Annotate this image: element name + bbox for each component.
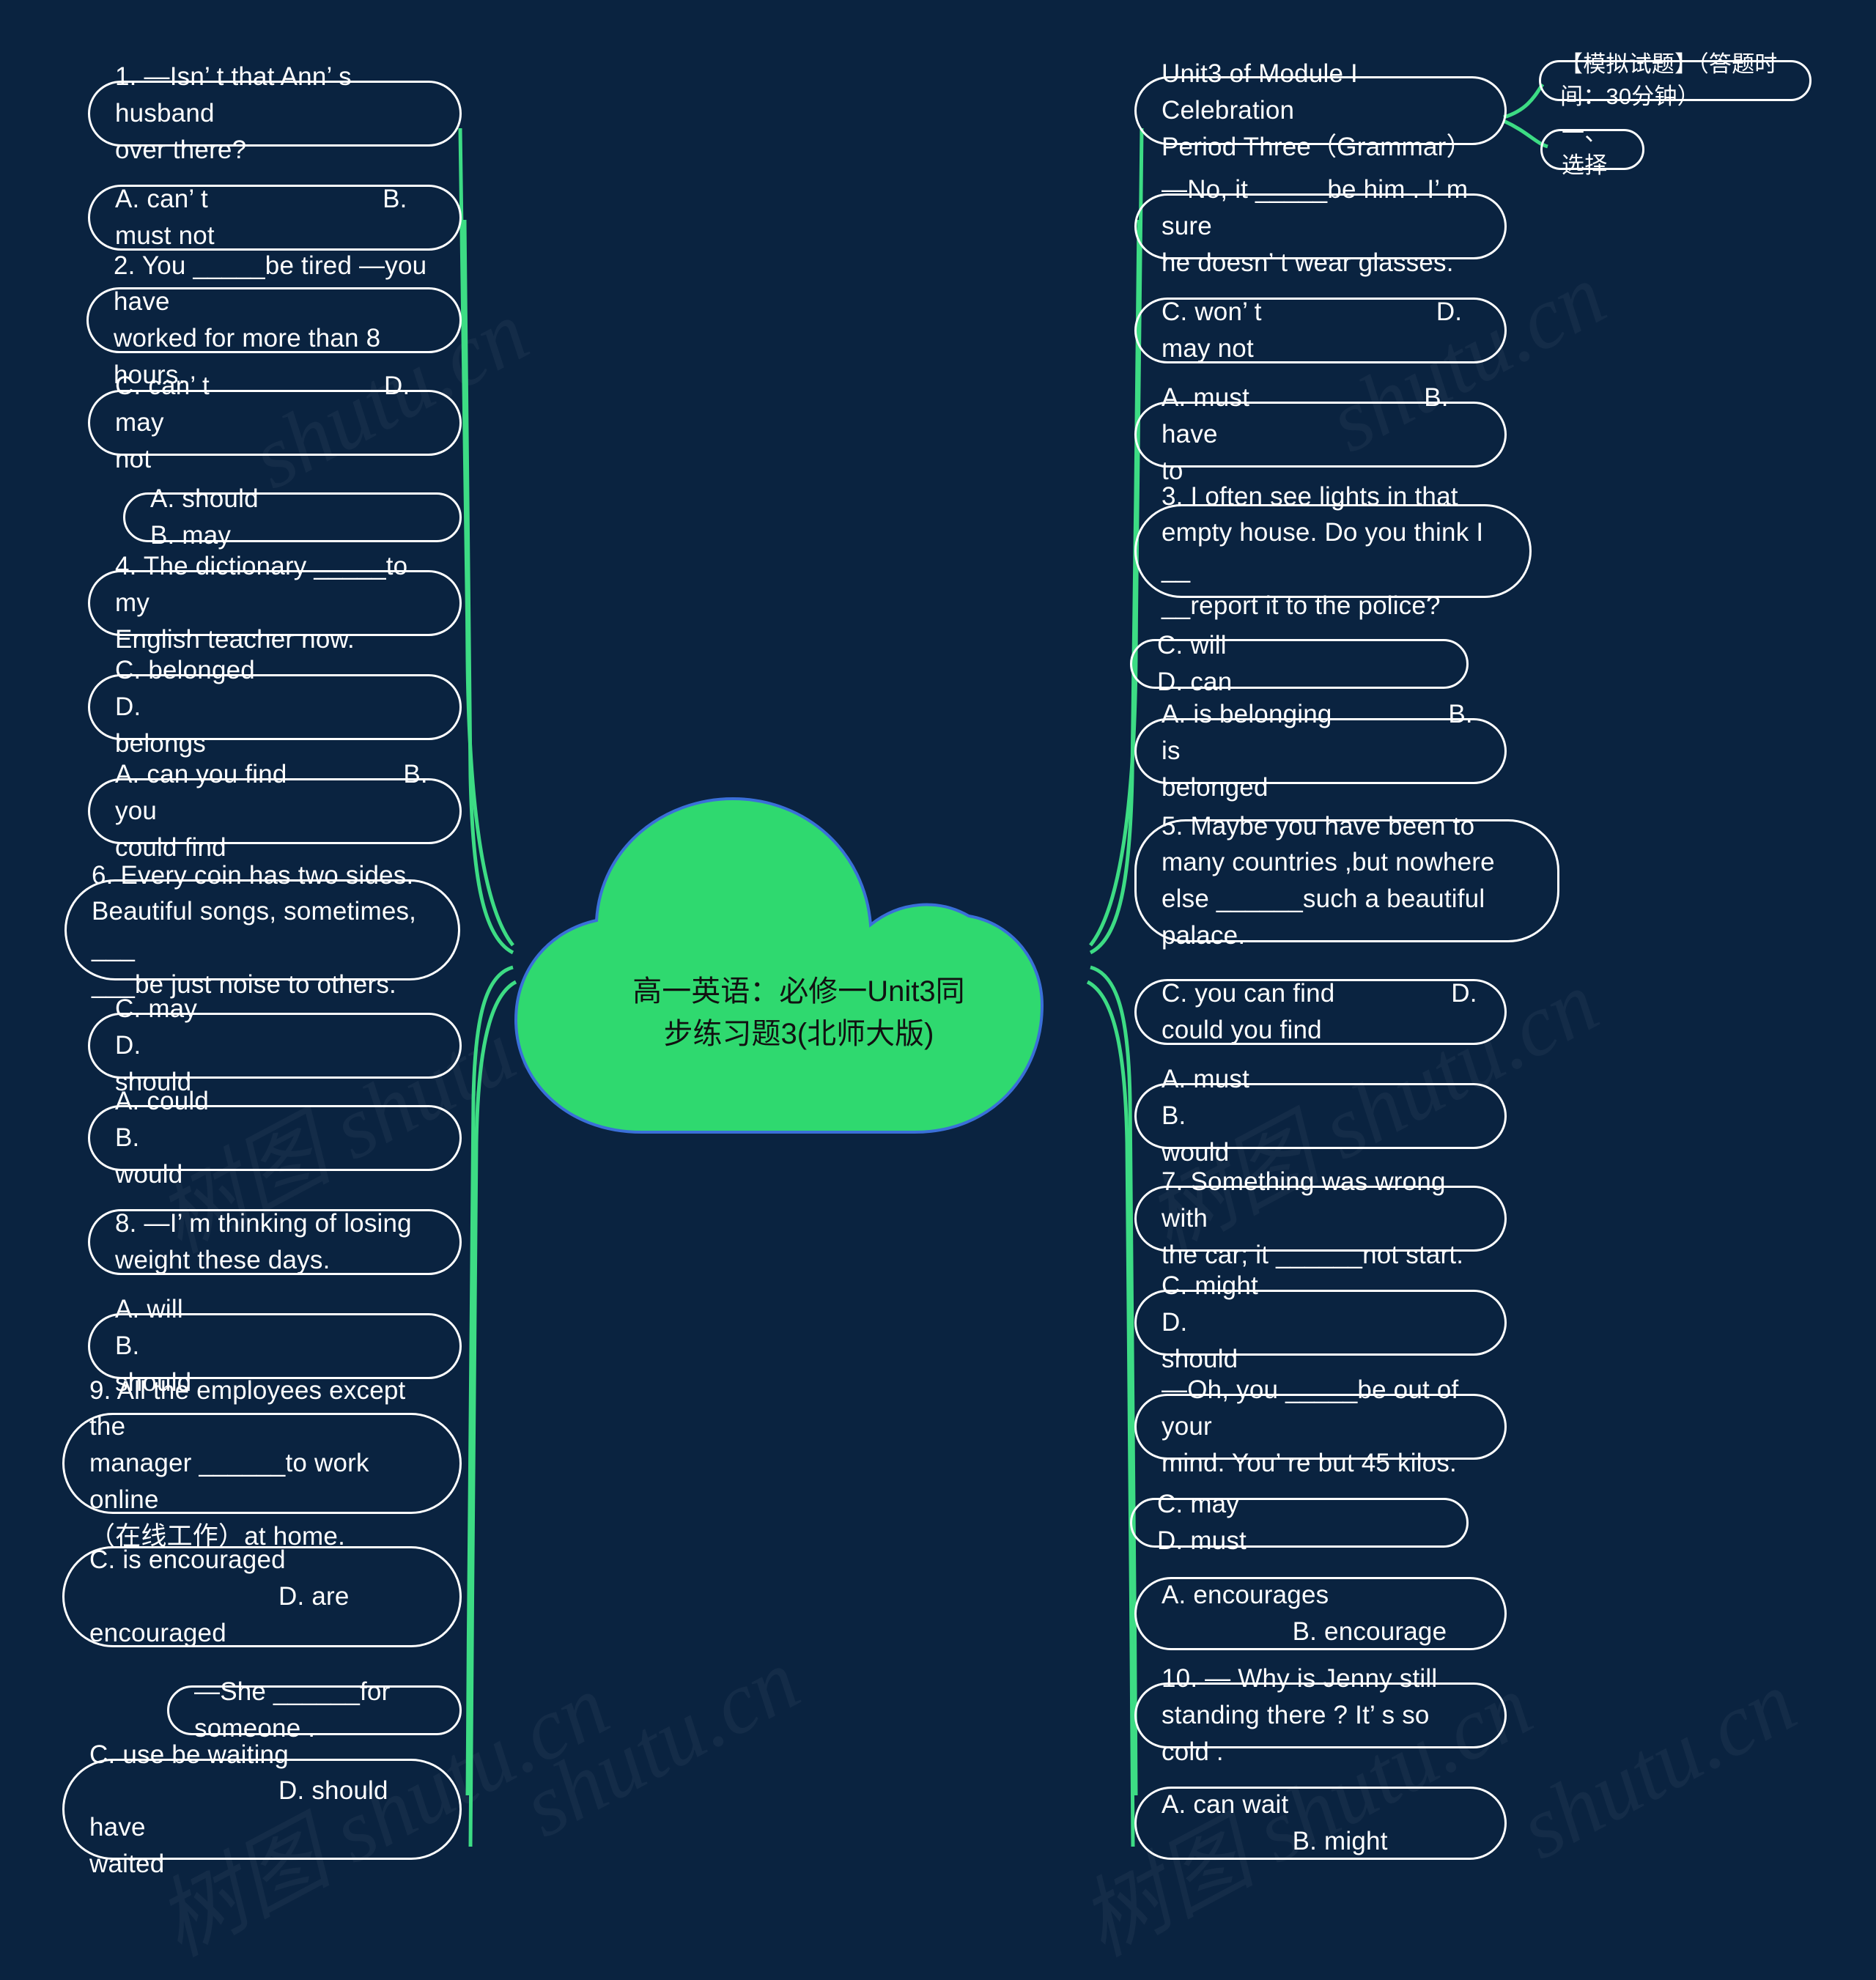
- right-node-9[interactable]: C. you can find D. could you find: [1134, 979, 1507, 1045]
- left-node-2[interactable]: A. can’ t B. must not: [88, 185, 462, 251]
- left-node-14[interactable]: 9. All the employees except the manager …: [62, 1376, 462, 1551]
- left-node-8[interactable]: A. can you find B. you could find: [88, 760, 462, 862]
- mindmap-canvas: 树图 shutu.cn shutu.cn 树图 shutu.cn shutu.c…: [0, 0, 1876, 1974]
- left-node-9[interactable]: 6. Every coin has two sides. Beautiful s…: [64, 861, 460, 999]
- right-node-14[interactable]: C. may D. must: [1130, 1490, 1469, 1555]
- watermark: shutu.cn: [1503, 1651, 1812, 1879]
- left-node-6[interactable]: 4. The dictionary _____to my English tea…: [88, 552, 462, 654]
- right-node-12[interactable]: C. might D. should: [1134, 1271, 1507, 1373]
- right-node-1[interactable]: Unit3 of Module I Celebration Period Thr…: [1134, 59, 1507, 161]
- left-node-3[interactable]: 2. You _____be tired —you have worked fo…: [86, 251, 462, 389]
- right-node-15[interactable]: A. encourages B. encourage: [1134, 1577, 1507, 1650]
- left-node-16[interactable]: —She ______for someone .: [167, 1677, 462, 1743]
- right-node-7[interactable]: A. is belonging B. is belonged: [1134, 700, 1507, 802]
- right-node-5[interactable]: 3. I often see lights in that empty hous…: [1134, 482, 1532, 620]
- header-node-section-one[interactable]: 一、选择: [1540, 120, 1644, 178]
- center-topic[interactable]: 高一英语：必修一Unit3同 步练习题3(北师大版): [498, 791, 1099, 1136]
- right-node-10[interactable]: A. must B. would: [1134, 1065, 1507, 1167]
- left-node-13[interactable]: A. will B. should: [88, 1295, 462, 1397]
- right-node-17[interactable]: A. can wait B. might: [1134, 1787, 1507, 1860]
- right-node-4[interactable]: A. must B. have to: [1134, 383, 1507, 485]
- header-node-exam-info[interactable]: 【模拟试题】（答题时间：30分钟）: [1539, 51, 1812, 109]
- left-node-4[interactable]: C. can’ t D. may not: [88, 372, 462, 473]
- left-node-10[interactable]: C. may D. should: [88, 994, 462, 1096]
- right-node-11[interactable]: 7. Something was wrong with the car; it …: [1134, 1167, 1507, 1269]
- left-node-5[interactable]: A. should B. may: [123, 484, 462, 550]
- right-node-16[interactable]: 10. — Why is Jenny still standing there …: [1134, 1664, 1507, 1766]
- left-node-1[interactable]: 1. —Isn’ t that Ann’ s husband over ther…: [88, 62, 462, 164]
- left-node-12[interactable]: 8. —I’ m thinking of losing weight these…: [88, 1209, 462, 1275]
- left-node-11[interactable]: A. could B. would: [88, 1087, 462, 1189]
- watermark: shutu.cn: [506, 1629, 815, 1857]
- right-node-3[interactable]: C. won’ t D. may not: [1134, 298, 1507, 363]
- left-node-7[interactable]: C. belonged D. belongs: [88, 656, 462, 758]
- center-topic-label: 高一英语：必修一Unit3同 步练习题3(北师大版): [632, 975, 965, 1050]
- right-node-8[interactable]: 5. Maybe you have been to many countries…: [1134, 812, 1559, 950]
- right-node-2[interactable]: —No, it _____be him . I’ m sure he doesn…: [1134, 175, 1507, 277]
- left-node-17[interactable]: C. use be waiting D. should have waited: [62, 1740, 462, 1878]
- right-node-6[interactable]: C. will D. can: [1130, 631, 1469, 696]
- right-node-13[interactable]: —Oh, you _____be out of your mind. You’ …: [1134, 1375, 1507, 1477]
- left-node-15[interactable]: C. is encouraged D. are encouraged: [62, 1545, 462, 1647]
